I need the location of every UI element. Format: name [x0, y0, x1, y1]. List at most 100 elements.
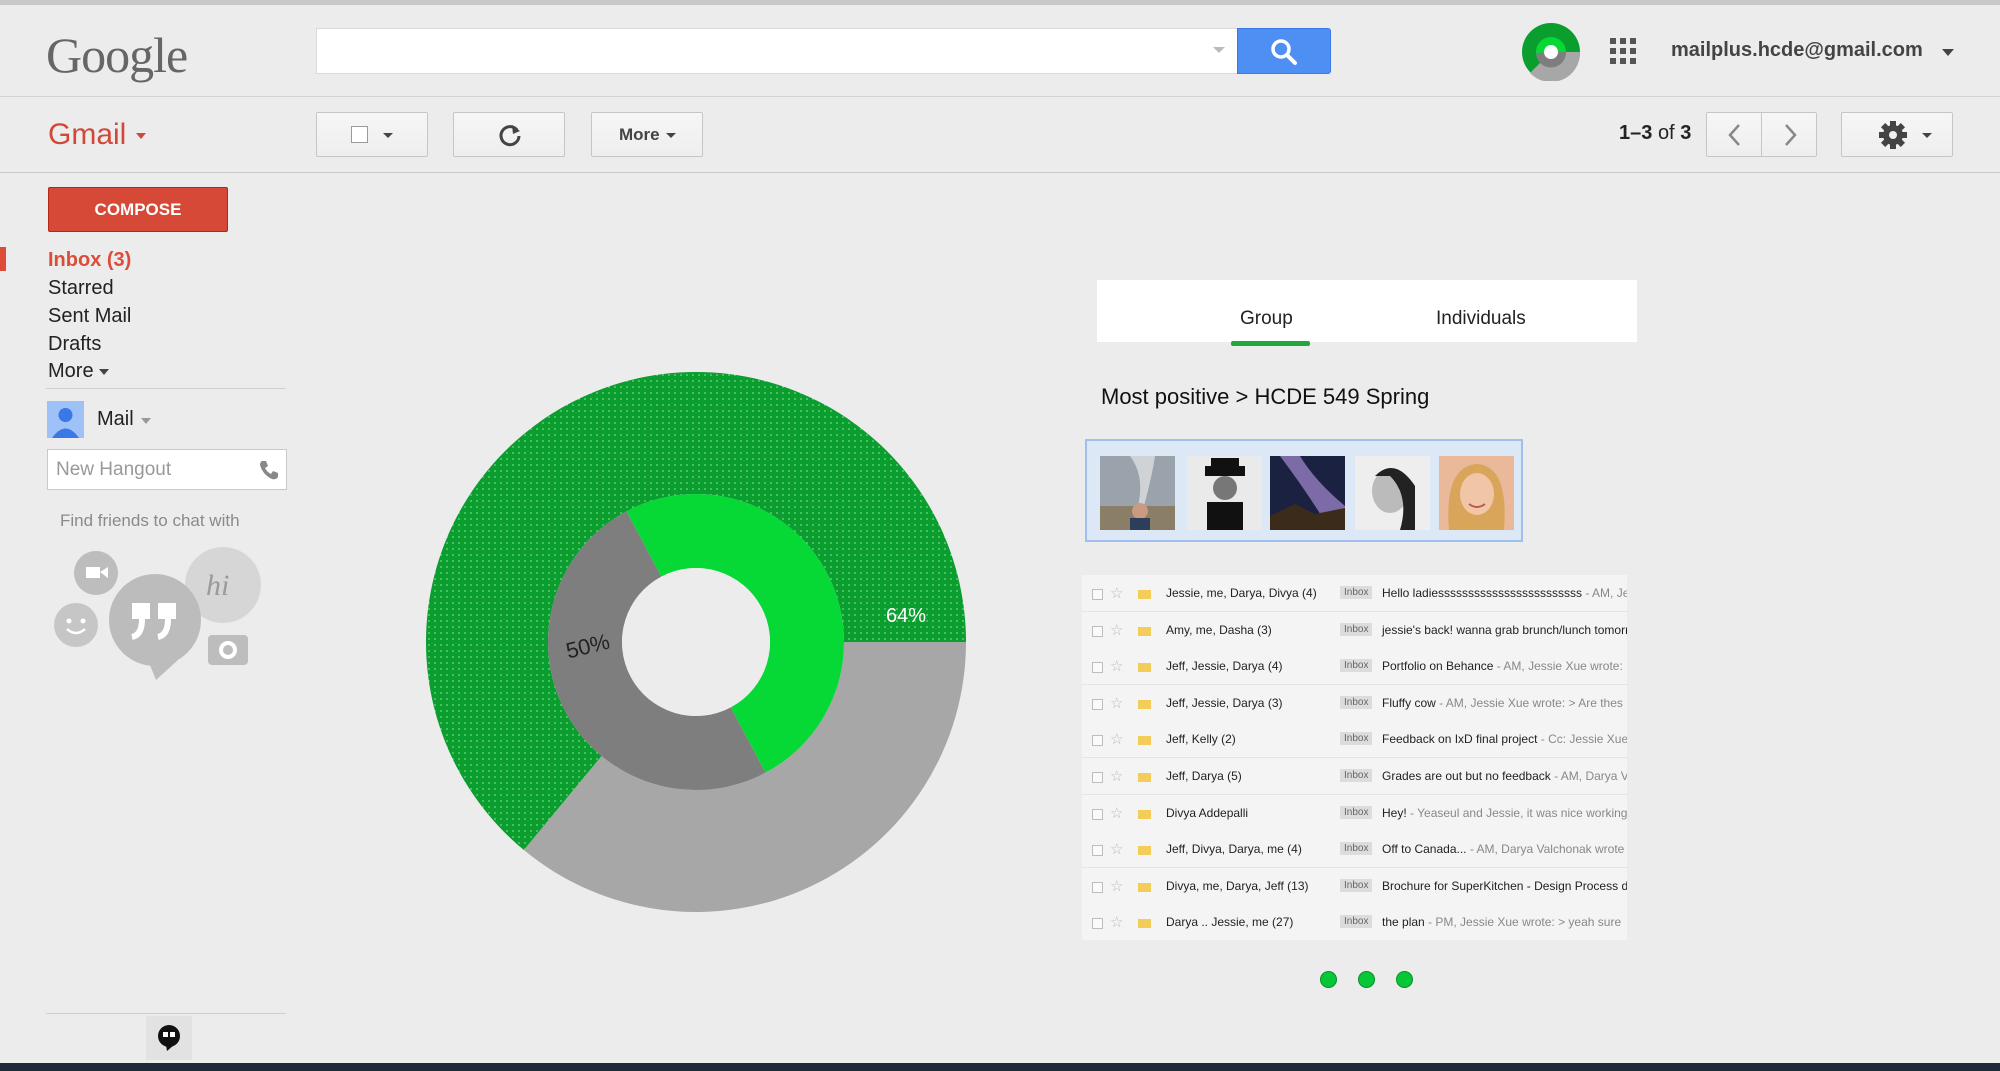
hangouts-mail-label[interactable]: Mail — [97, 408, 134, 431]
window-top-border — [0, 0, 2000, 5]
star-icon[interactable]: ☆ — [1110, 657, 1123, 675]
tab-individuals[interactable]: Individuals — [1436, 308, 1526, 330]
email-row[interactable]: ☆ Divya, me, Darya, Jeff (13) Inbox Brochur… — [1082, 867, 1627, 905]
search-input[interactable] — [316, 28, 1238, 74]
email-sender: Divya Addepalli — [1166, 805, 1249, 820]
sidebar-item-drafts[interactable]: Drafts — [48, 333, 101, 356]
star-icon[interactable]: ☆ — [1110, 913, 1123, 931]
mail-caret-icon[interactable] — [141, 418, 151, 424]
email-label-badge: Inbox — [1340, 586, 1373, 599]
email-row[interactable]: ☆ Jeff, Jessie, Darya (4) Inbox Portfolio o… — [1082, 648, 1627, 686]
email-row[interactable]: ☆ Jeff, Divya, Darya, me (4) Inbox Off to C… — [1082, 831, 1627, 869]
email-subject-line: Fluffy cow - AM, Jessie Xue wrote: > Are… — [1382, 696, 1623, 710]
star-icon[interactable]: ☆ — [1110, 767, 1123, 785]
select-checkbox[interactable] — [351, 126, 368, 143]
settings-caret-icon — [1922, 133, 1932, 138]
email-row[interactable]: ☆ Amy, me, Dasha (3) Inbox jessie's back! w… — [1082, 611, 1627, 649]
email-row[interactable]: ☆ Jeff, Kelly (2) Inbox Feedback on IxD fin… — [1082, 721, 1627, 759]
older-button[interactable] — [1761, 112, 1817, 157]
row-checkbox[interactable] — [1092, 589, 1103, 600]
email-snippet: - AM, Jessie Xue wrote: > Are thes — [1435, 695, 1623, 710]
row-checkbox[interactable] — [1092, 698, 1103, 710]
importance-marker-icon[interactable] — [1138, 809, 1151, 819]
sentiment-donut-chart[interactable]: 64% 50% — [426, 372, 966, 912]
importance-marker-icon[interactable] — [1138, 919, 1151, 929]
carousel-dot-1[interactable] — [1320, 971, 1337, 988]
importance-marker-icon[interactable] — [1138, 699, 1151, 709]
contact-photo-hat-man[interactable] — [1187, 456, 1262, 530]
sidebar-more-label: More — [48, 360, 94, 382]
row-checkbox[interactable] — [1092, 808, 1103, 820]
star-icon[interactable]: ☆ — [1110, 840, 1123, 858]
compose-button[interactable]: COMPOSE — [48, 187, 228, 232]
account-caret-icon[interactable] — [1942, 49, 1954, 56]
extension-donut-icon[interactable] — [1522, 23, 1580, 81]
importance-marker-icon[interactable] — [1138, 590, 1151, 599]
carousel-dot-2[interactable] — [1358, 971, 1375, 988]
star-icon[interactable]: ☆ — [1110, 877, 1123, 895]
new-hangout-placeholder: New Hangout — [56, 459, 172, 480]
email-row[interactable]: ☆ Jessie, me, Darya, Divya (4) Inbox Hello … — [1082, 575, 1627, 612]
importance-marker-icon[interactable] — [1138, 626, 1151, 636]
tab-group[interactable]: Group — [1240, 308, 1293, 330]
newer-button[interactable] — [1706, 112, 1762, 157]
avatar[interactable] — [47, 401, 84, 438]
search-options-caret-icon[interactable] — [1213, 47, 1225, 53]
row-checkbox[interactable] — [1092, 881, 1103, 893]
phone-icon[interactable] — [258, 459, 280, 481]
row-checkbox[interactable] — [1092, 845, 1103, 857]
email-sender: Jeff, Kelly (2) — [1166, 732, 1236, 747]
email-snippet: - AM, Jessie Xue wrote: — [1493, 659, 1623, 674]
search-button[interactable] — [1237, 28, 1331, 74]
contact-photo-tornado[interactable] — [1100, 456, 1175, 530]
email-sender: Jessie, me, Darya, Divya (4) — [1166, 586, 1317, 600]
row-checkbox[interactable] — [1092, 772, 1103, 783]
new-hangout-input[interactable]: New Hangout — [47, 449, 287, 490]
importance-marker-icon[interactable] — [1138, 663, 1151, 673]
refresh-icon — [499, 125, 521, 147]
email-row[interactable]: ☆ Jeff, Jessie, Darya (3) Inbox Fluffy cow … — [1082, 684, 1627, 722]
sidebar-item-inbox[interactable]: Inbox (3) — [48, 249, 131, 272]
star-icon[interactable]: ☆ — [1110, 584, 1123, 602]
email-row[interactable]: ☆ Divya Addepalli Inbox Hey! - Yeaseul and … — [1082, 794, 1627, 832]
star-icon[interactable]: ☆ — [1110, 804, 1123, 822]
carousel-dot-3[interactable] — [1396, 971, 1413, 988]
row-checkbox[interactable] — [1092, 735, 1103, 747]
importance-marker-icon[interactable] — [1138, 846, 1151, 856]
importance-marker-icon[interactable] — [1138, 736, 1151, 746]
email-list: ☆ Jessie, me, Darya, Divya (4) Inbox Hello … — [1082, 575, 1627, 940]
email-subject-line: Grades are out but no feedback - AM, Dar… — [1382, 769, 1627, 783]
contact-photo-galaxy[interactable] — [1270, 456, 1345, 530]
select-all-button[interactable] — [316, 112, 428, 157]
sidebar-item-more[interactable]: More — [48, 360, 109, 383]
email-row[interactable]: ☆ Darya .. Jessie, me (27) Inbox the plan -… — [1082, 904, 1627, 940]
gmail-menu-label[interactable]: Gmail — [48, 118, 126, 152]
star-icon[interactable]: ☆ — [1110, 730, 1123, 748]
row-checkbox[interactable] — [1092, 662, 1103, 674]
contact-photo-blonde-woman[interactable] — [1439, 456, 1514, 530]
star-icon[interactable]: ☆ — [1110, 694, 1123, 712]
email-subject: the plan — [1382, 915, 1425, 930]
sidebar-item-starred[interactable]: Starred — [48, 277, 114, 300]
importance-marker-icon[interactable] — [1138, 773, 1151, 782]
more-actions-button[interactable]: More — [591, 112, 703, 157]
apps-grid-icon[interactable] — [1610, 38, 1636, 64]
row-checkbox[interactable] — [1092, 625, 1103, 637]
account-email[interactable]: mailplus.hcde@gmail.com — [1671, 39, 1923, 62]
email-label-badge: Inbox — [1340, 732, 1373, 746]
google-logo[interactable]: Google — [46, 26, 188, 84]
outer-ring-label: 64% — [886, 605, 926, 627]
contact-photo-bw-woman[interactable] — [1355, 456, 1430, 530]
settings-button[interactable] — [1841, 112, 1953, 157]
gmail-caret-icon[interactable] — [136, 133, 146, 139]
importance-marker-icon[interactable] — [1138, 882, 1151, 892]
email-row[interactable]: ☆ Jeff, Darya (5) Inbox Grades are out but … — [1082, 758, 1627, 795]
sidebar-item-sent-mail[interactable]: Sent Mail — [48, 305, 131, 328]
email-label-badge: Inbox — [1340, 622, 1373, 636]
star-icon[interactable]: ☆ — [1110, 621, 1123, 639]
refresh-button[interactable] — [453, 112, 565, 157]
row-checkbox[interactable] — [1092, 918, 1103, 930]
svg-text:hi: hi — [206, 569, 229, 602]
sidebar-divider — [46, 388, 286, 389]
hangouts-button[interactable] — [146, 1016, 192, 1060]
